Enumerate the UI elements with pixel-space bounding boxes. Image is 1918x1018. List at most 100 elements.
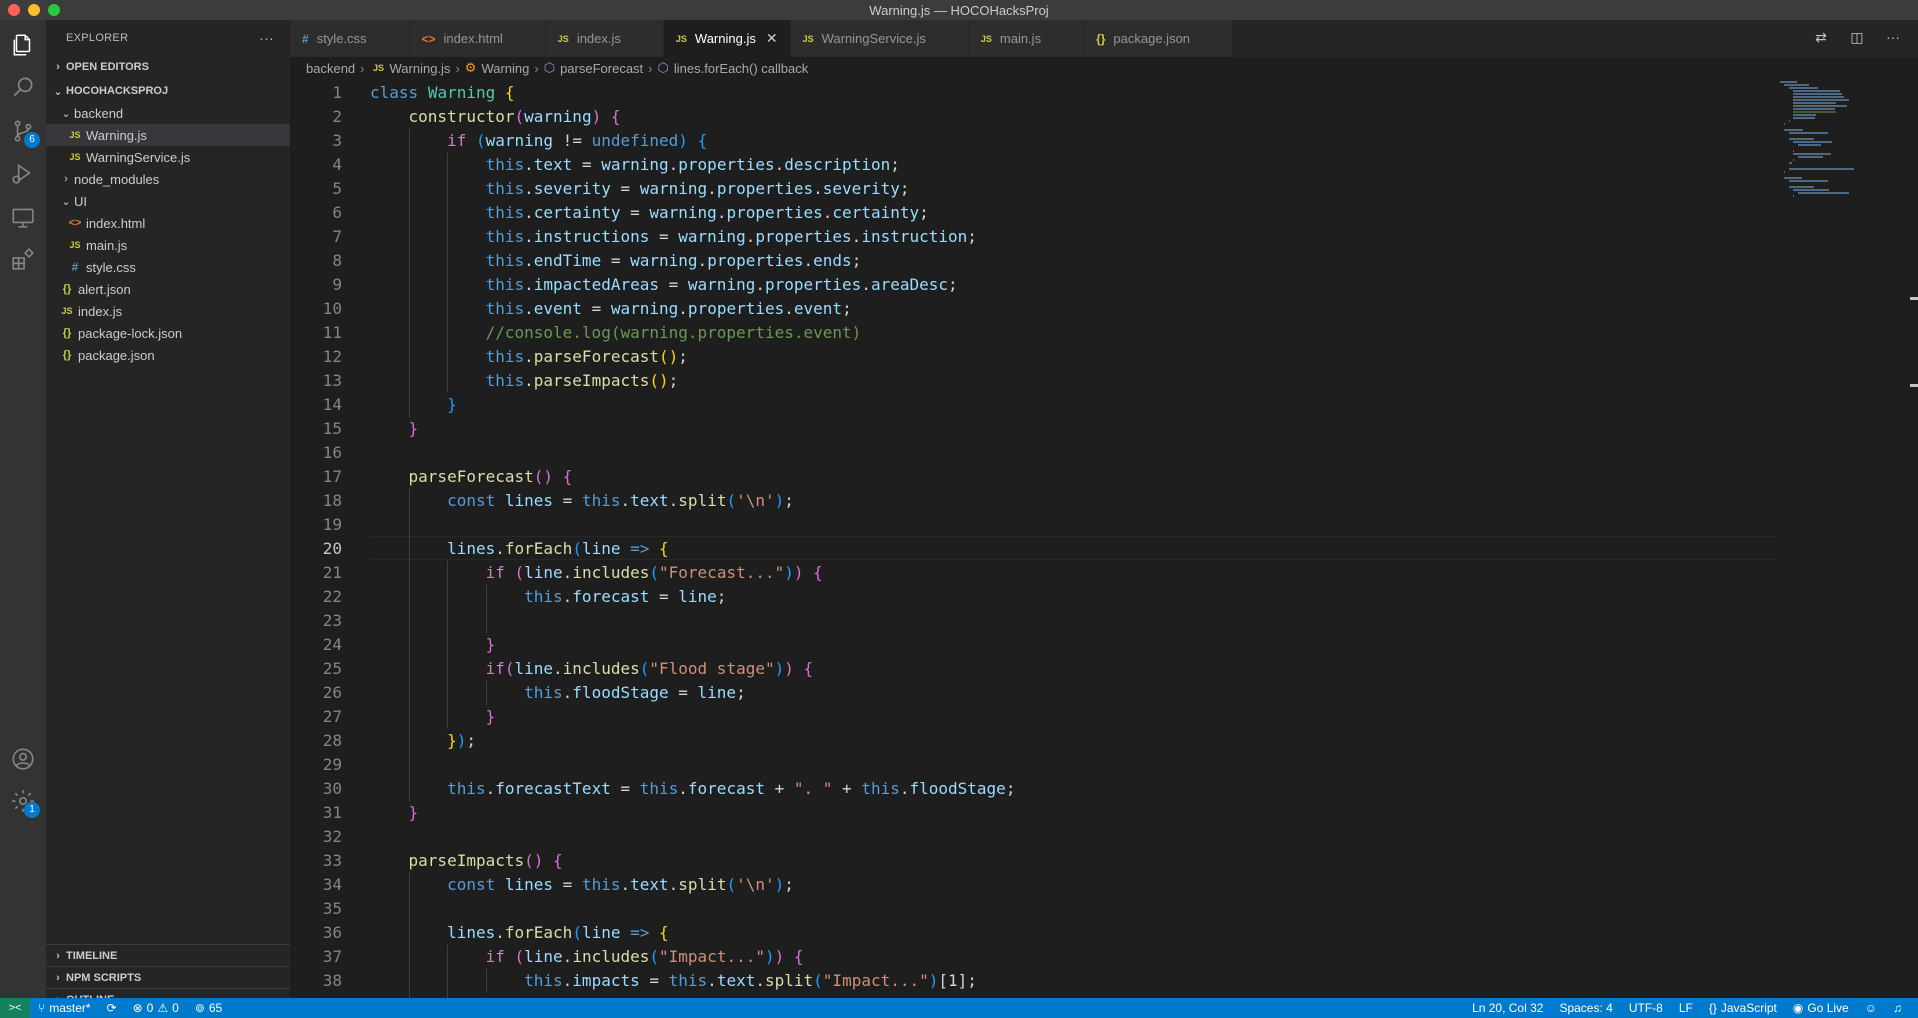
- language-mode[interactable]: {} JavaScript: [1701, 1001, 1785, 1015]
- open-changes-icon[interactable]: ⇄: [1812, 28, 1830, 46]
- npm-scripts-section[interactable]: › NPM SCRIPTS: [46, 966, 290, 988]
- editor-tab[interactable]: JS WarningService.js: [790, 20, 969, 57]
- editor-tab[interactable]: JS main.js: [968, 20, 1085, 57]
- tree-item[interactable]: {} package-lock.json: [46, 322, 290, 344]
- code-line[interactable]: this.event = warning.properties.event;: [370, 297, 852, 321]
- code-line[interactable]: lines.forEach(line => {: [370, 537, 669, 561]
- code-line[interactable]: this.impacts = this.text.split("Impact..…: [370, 969, 977, 993]
- code-line[interactable]: const lines = this.text.split('\n');: [370, 489, 794, 513]
- breadcrumb-file[interactable]: Warning.js: [390, 61, 451, 76]
- code-token: (: [726, 491, 737, 510]
- editor-tab[interactable]: JS index.js: [545, 20, 664, 57]
- maximize-window-button[interactable]: [48, 4, 60, 16]
- indentation[interactable]: Spaces: 4: [1551, 1001, 1620, 1015]
- run-debug-icon[interactable]: [8, 158, 38, 188]
- minimize-window-button[interactable]: [28, 4, 40, 16]
- code-line[interactable]: }: [370, 417, 419, 441]
- go-live-button[interactable]: ◉ Go Live: [1785, 1001, 1857, 1015]
- code-line[interactable]: this.parseForecast();: [370, 345, 688, 369]
- code-line[interactable]: if(line.includes("Flood stage")) {: [370, 657, 814, 681]
- code-line[interactable]: if (warning != undefined) {: [370, 129, 707, 153]
- account-icon[interactable]: [8, 744, 38, 774]
- code-line[interactable]: parseForecast() {: [370, 465, 573, 489]
- editor-tab[interactable]: JS Warning.js ✕: [663, 20, 791, 57]
- more-actions-icon[interactable]: ···: [259, 30, 274, 46]
- more-actions-icon[interactable]: ···: [1884, 28, 1902, 46]
- search-icon[interactable]: [8, 72, 38, 102]
- tree-item[interactable]: JS WarningService.js: [46, 146, 290, 168]
- encoding[interactable]: UTF-8: [1621, 1001, 1671, 1015]
- code-line[interactable]: this.parseImpacts();: [370, 369, 679, 393]
- code-line[interactable]: }: [370, 801, 419, 825]
- code-line[interactable]: this.impactedAreas = warning.properties.…: [370, 273, 958, 297]
- cursor-position[interactable]: Ln 20, Col 32: [1464, 1001, 1551, 1015]
- code-line[interactable]: parseImpacts() {: [370, 849, 563, 873]
- tree-item[interactable]: ⌄ backend: [46, 102, 290, 124]
- code-line[interactable]: this.severity = warning.properties.sever…: [370, 177, 910, 201]
- code-line[interactable]: this.endTime = warning.properties.ends;: [370, 249, 862, 273]
- close-window-button[interactable]: [8, 4, 20, 16]
- code-token: this: [485, 203, 525, 222]
- notifications-bell-icon[interactable]: ♫: [1885, 1001, 1910, 1015]
- code-line[interactable]: if (line.includes("Impact...")) {: [370, 945, 804, 969]
- code-line[interactable]: this.floodStage = line;: [370, 681, 746, 705]
- code-area[interactable]: class Warning { constructor(warning) { i…: [370, 79, 1770, 998]
- tree-item[interactable]: JS main.js: [46, 234, 290, 256]
- scrollbar-marker[interactable]: [1910, 384, 1918, 387]
- ports-indicator[interactable]: ⊚ 65: [187, 1001, 230, 1015]
- tree-item[interactable]: ⌄ UI: [46, 190, 290, 212]
- settings-gear-icon[interactable]: 1: [8, 786, 40, 818]
- editor-tab[interactable]: {} package.json: [1084, 20, 1234, 57]
- project-section[interactable]: ⌄ HOCOHACKSPROJ: [46, 80, 290, 102]
- tree-item[interactable]: › node_modules: [46, 168, 290, 190]
- close-tab-icon[interactable]: ✕: [766, 30, 778, 47]
- code-line[interactable]: this.certainty = warning.properties.cert…: [370, 201, 929, 225]
- feedback-icon[interactable]: ☺: [1857, 1001, 1885, 1015]
- code-line[interactable]: }: [370, 705, 496, 729]
- extensions-icon[interactable]: [8, 244, 38, 274]
- tree-item[interactable]: JS Warning.js: [46, 124, 290, 146]
- code-line[interactable]: this.forecast = line;: [370, 585, 726, 609]
- files-icon[interactable]: [8, 30, 38, 60]
- code-token: ;: [1005, 779, 1016, 798]
- code-line[interactable]: if (line.includes("Forecast...")) {: [370, 561, 823, 585]
- code-editor[interactable]: 1 2 3 4 5 6 7 8 9 10 11 12 13 14 15 16 17 18 19 20 21 22 23 24 2…: [290, 79, 1918, 998]
- editor-tab[interactable]: # style.css: [290, 20, 410, 57]
- breadcrumb-class[interactable]: Warning: [481, 61, 529, 76]
- split-editor-icon[interactable]: ◫: [1848, 28, 1866, 46]
- tab-label: style.css: [316, 31, 367, 46]
- problems-indicator[interactable]: ⊗ 0 ⚠ 0: [125, 1001, 187, 1015]
- code-line[interactable]: }: [370, 393, 457, 417]
- remote-indicator[interactable]: ><: [0, 998, 30, 1018]
- code-line[interactable]: const lines = this.text.split('\n');: [370, 873, 794, 897]
- timeline-section[interactable]: › TIMELINE: [46, 944, 290, 966]
- branch-indicator[interactable]: ⑂ master*: [30, 1001, 99, 1015]
- tree-item[interactable]: {} package.json: [46, 344, 290, 366]
- code-line[interactable]: class Warning {: [370, 81, 515, 105]
- code-line[interactable]: lines.forEach(line => {: [370, 921, 669, 945]
- editor-tab[interactable]: <> index.html: [409, 20, 546, 57]
- code-line[interactable]: this.instructions = warning.properties.i…: [370, 225, 977, 249]
- minimap[interactable]: [1780, 79, 1890, 239]
- code-line[interactable]: constructor(warning) {: [370, 105, 621, 129]
- source-control-icon[interactable]: 6: [8, 116, 40, 148]
- tree-item[interactable]: <> index.html: [46, 212, 290, 234]
- breadcrumb-folder[interactable]: backend: [306, 61, 355, 76]
- open-editors-section[interactable]: › OPEN EDITORS: [46, 56, 290, 78]
- tree-item[interactable]: # style.css: [46, 256, 290, 278]
- code-line[interactable]: this.forecastText = this.forecast + ". "…: [370, 777, 1015, 801]
- scrollbar-marker[interactable]: [1910, 297, 1918, 300]
- end-of-line[interactable]: LF: [1671, 1001, 1701, 1015]
- code-line[interactable]: //console.log(warning.properties.event): [370, 321, 862, 345]
- code-line[interactable]: }: [370, 633, 496, 657]
- code-line[interactable]: });: [370, 729, 476, 753]
- tree-item[interactable]: {} alert.json: [46, 278, 290, 300]
- tree-item[interactable]: JS index.js: [46, 300, 290, 322]
- sync-button[interactable]: ⟳: [99, 1001, 125, 1015]
- code-line[interactable]: this.text = warning.properties.descripti…: [370, 153, 900, 177]
- breadcrumb-method[interactable]: parseForecast: [560, 61, 643, 76]
- breadcrumb-callback[interactable]: lines.forEach() callback: [674, 61, 808, 76]
- code-token: {: [793, 947, 804, 966]
- remote-explorer-icon[interactable]: [8, 202, 38, 232]
